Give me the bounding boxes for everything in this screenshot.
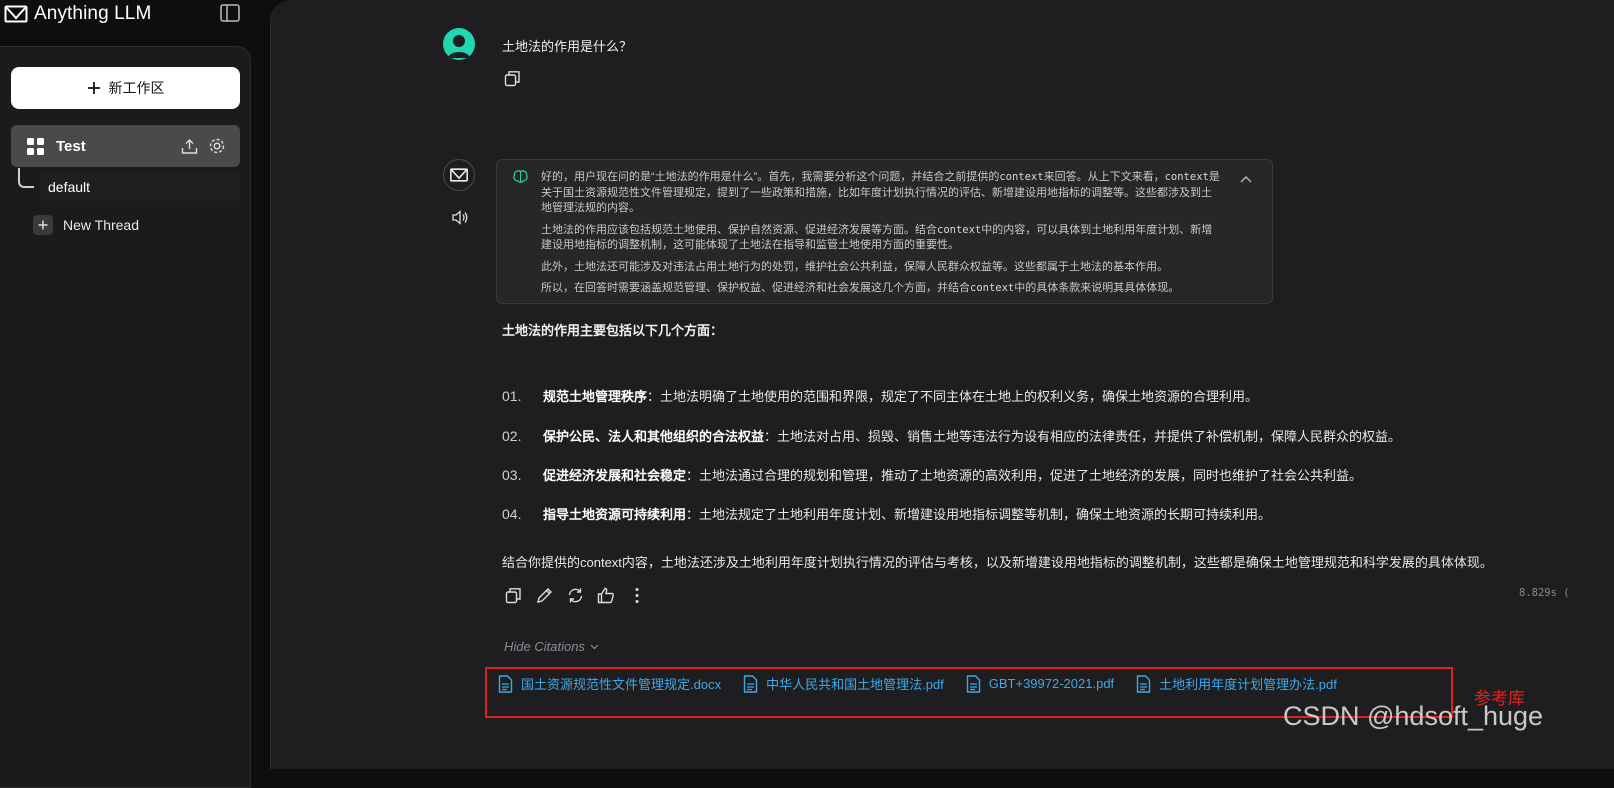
thinking-panel: 好的，用户现在问的是“土地法的作用是什么”。首先，我需要分析这个问题，并结合之前… [496,159,1273,304]
user-message: 土地法的作用是什么？ [502,39,633,54]
plus-icon [33,215,53,235]
list-item: 03. 促进经济发展和社会稳定：土地法通过合理的规划和管理，推动了土地资源的高效利… [502,465,1362,484]
upload-icon[interactable] [181,138,198,155]
gear-icon[interactable] [208,137,226,155]
copy-icon [504,71,520,87]
more-button[interactable] [628,586,646,604]
chevron-down-icon [590,644,599,649]
thread-item-default[interactable]: default [40,172,240,201]
thread-label: default [48,178,91,195]
more-vertical-icon [635,587,639,603]
collapse-thinking-button[interactable] [1240,170,1252,188]
refresh-icon [568,588,582,602]
new-workspace-label: 新工作区 [108,80,165,96]
thumbs-up-icon [597,587,614,603]
list-number: 01. [502,388,522,404]
edit-button[interactable] [535,586,553,604]
app-logo: Anything LLM [4,2,151,26]
chevron-up-icon [1240,176,1252,183]
anything-llm-logo-icon [450,168,468,182]
watermark: CSDN @hdsoft_huge [1283,701,1544,731]
chat-panel [270,0,1614,769]
list-number: 02. [502,428,522,444]
copy-question-button[interactable] [504,70,521,92]
message-actions [504,586,646,604]
list-item: 02. 保护公民、法人和其他组织的合法权益：土地法对占用、损毁、销售土地等违法行为… [502,426,1401,445]
app-name: Anything LLM [34,3,152,24]
new-thread-button[interactable]: New Thread [33,214,139,236]
plus-icon [87,82,100,94]
response-time: 8.829s ( [1519,587,1570,599]
user-icon [448,35,470,58]
copy-button[interactable] [504,586,522,604]
thinking-paragraph: 此外，土地法还可能涉及对违法占用土地行为的处罚，维护社会公共利益，保障人民群众权… [541,260,1168,273]
list-item-title: 规范土地管理秩序 [543,389,648,404]
workspace-name: Test [56,137,86,155]
pencil-icon [536,587,552,603]
thinking-paragraph: 土地法的作用应该包括规范土地使用、保护自然资源、促进经济发展等方面。结合cont… [541,223,1213,252]
text-to-speech-button[interactable] [452,210,469,230]
regenerate-button[interactable] [566,586,584,604]
list-item: 04. 指导土地资源可持续利用：土地法规定了土地利用年度计划、新增建设用地指标调整… [502,504,1271,523]
assistant-avatar [443,159,475,191]
copy-icon [505,587,521,603]
thinking-text: 好的，用户现在问的是“土地法的作用是什么”。首先，我需要分析这个问题，并结合之前… [541,170,1221,303]
list-item-title: 保护公民、法人和其他组织的合法权益 [543,429,765,444]
thinking-paragraph: 所以，在回答时需要涵盖规范管理、保护权益、促进经济和社会发展这几个方面，并结合c… [541,282,1180,294]
list-number: 04. [502,506,522,522]
new-workspace-button[interactable]: 新工作区 [11,67,240,109]
list-item: 01. 规范土地管理秩序：土地法明确了土地使用的范围和界限，规定了不同主体在土地上… [502,386,1258,405]
sidebar-toggle-icon [220,4,240,22]
list-item-title: 促进经济发展和社会稳定 [543,468,687,483]
hide-citations-label: Hide Citations [504,639,585,654]
workspace-item-test[interactable]: Test [11,125,240,167]
sidebar-toggle-button[interactable] [220,4,240,22]
list-item-text: ：土地法对占用、损毁、销售土地等违法行为设有相应的法律责任，并提供了补偿机制，保… [764,429,1402,444]
speaker-icon [452,210,468,225]
grid-icon [27,137,44,155]
like-button[interactable] [597,586,615,604]
anything-llm-logo-icon [4,5,28,23]
list-item-title: 指导土地资源可持续利用 [543,507,687,522]
new-thread-label: New Thread [63,217,140,233]
thread-tree-line [18,168,34,188]
thinking-paragraph: 好的，用户现在问的是“土地法的作用是什么”。首先，我需要分析这个问题，并结合之前… [541,171,1220,214]
list-item-text: ：土地法通过合理的规划和管理，推动了土地资源的高效利用，促进了土地经济的发展，同… [686,468,1363,483]
list-number: 03. [502,467,522,483]
list-item-text: ：土地法规定了土地利用年度计划、新增建设用地指标调整等机制，确保土地资源的长期可… [686,507,1272,522]
hide-citations-toggle[interactable]: Hide Citations [504,639,599,654]
user-avatar [443,28,475,60]
answer-intro: 土地法的作用主要包括以下几个方面： [502,323,724,338]
answer-summary: 结合你提供的context内容，土地法还涉及土地利用年度计划执行情况的评估与考核… [502,555,1493,570]
list-item-text: ：土地法明确了土地使用的范围和界限，规定了不同主体在土地上的权利义务，确保土地资… [647,389,1259,404]
brain-icon [513,170,528,183]
